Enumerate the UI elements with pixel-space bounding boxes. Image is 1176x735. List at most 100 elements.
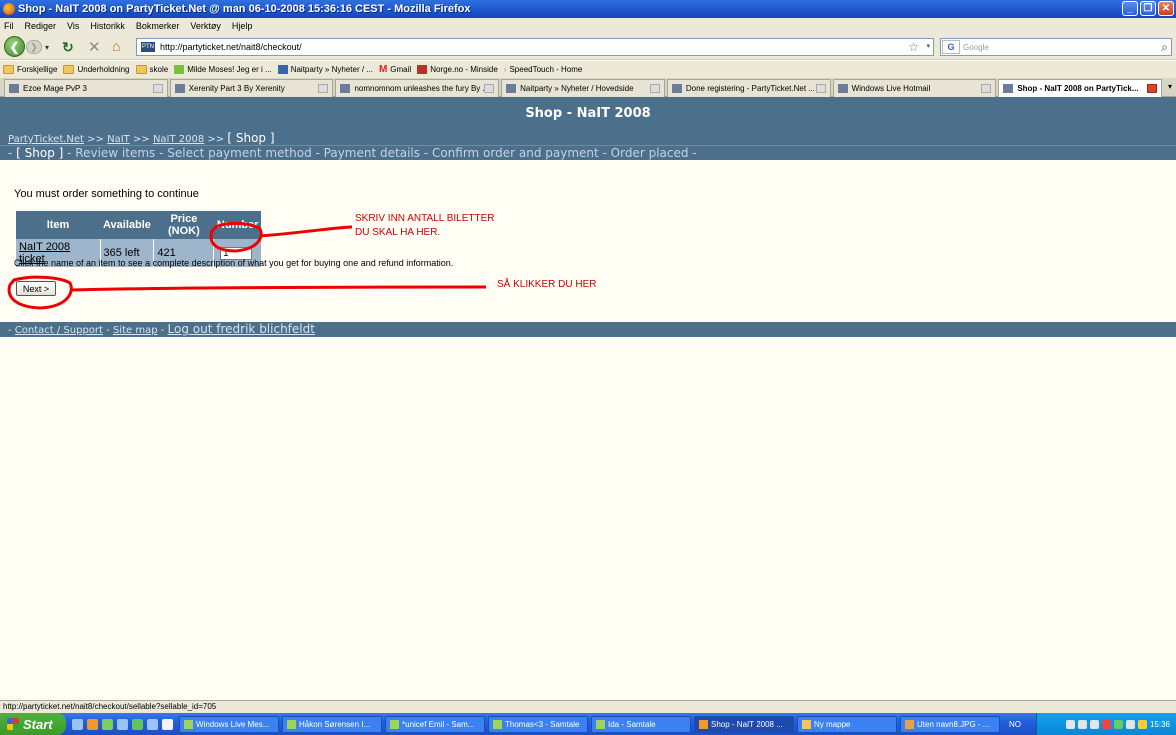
quicklaunch-icon[interactable] (147, 718, 158, 730)
bookmark-item[interactable]: Norge.no - Minside (417, 65, 498, 74)
history-dropdown-icon[interactable]: ▾ (45, 43, 49, 52)
site-favicon: PTN (141, 42, 155, 52)
bookmark-item[interactable]: M Gmail (379, 64, 411, 75)
url-text[interactable]: http://partyticket.net/nait8/checkout/ (160, 42, 302, 52)
crumb-partyticket-link[interactable]: PartyTicket.Net (8, 134, 84, 145)
tray-icon[interactable] (1125, 719, 1135, 729)
item-hint: Click the name of an item to see a compl… (14, 258, 454, 268)
bookmark-item[interactable]: Naitparty » Nyheter / ... (277, 65, 373, 74)
tray-icon[interactable] (1065, 719, 1075, 729)
url-dropdown-icon[interactable]: ▾ (926, 42, 930, 50)
search-box[interactable]: G Google ⌕ (940, 38, 1172, 56)
google-engine-icon[interactable]: G (942, 40, 960, 54)
menu-history[interactable]: Historikk (90, 21, 125, 31)
tab-close-icon[interactable] (649, 84, 660, 93)
search-icon[interactable]: ⌕ (1161, 40, 1168, 55)
tray-icon[interactable] (1077, 719, 1087, 729)
app-icon (493, 719, 502, 729)
col-number: Number (213, 211, 262, 239)
address-bar[interactable]: PTN http://partyticket.net/nait8/checkou… (136, 38, 934, 56)
taskbar-item[interactable]: Ida - Samtale (591, 715, 691, 733)
tray-icon[interactable] (1137, 719, 1147, 729)
quicklaunch-icon[interactable] (72, 718, 83, 730)
taskbar-item[interactable]: Windows Live Mes... (179, 715, 279, 733)
quicklaunch-icon[interactable] (87, 718, 98, 730)
taskbar-item-active[interactable]: Shop - NaIT 2008 ... (694, 715, 794, 733)
navigation-toolbar: ❮ ❯ ▾ ↻ ✕ ⌂ PTN http://partyticket.net/n… (0, 33, 1176, 60)
windows-taskbar: Start Windows Live Mes... Håkon Sørensen… (0, 713, 1176, 735)
tab-close-icon[interactable] (318, 84, 329, 93)
tab[interactable]: Naitparty » Nyheter / Hovedside (501, 79, 665, 97)
bookmark-folder[interactable]: skole (135, 65, 168, 74)
step-current: [ Shop ] (16, 146, 64, 160)
close-button[interactable]: ✕ (1158, 1, 1174, 16)
back-button[interactable]: ❮ (4, 36, 25, 57)
menu-help[interactable]: Hjelp (232, 21, 253, 31)
bookmark-item[interactable]: Milde Moses! Jeg er i ... (174, 65, 272, 74)
taskbar-item[interactable]: Håkon Sørensen I... (282, 715, 382, 733)
tab-close-icon[interactable] (152, 84, 163, 93)
home-icon[interactable]: ⌂ (112, 38, 120, 54)
tray-icon[interactable] (1089, 719, 1099, 729)
quicklaunch-icon[interactable] (117, 718, 128, 730)
menu-file[interactable]: Fil (4, 21, 14, 31)
folder-icon (3, 65, 14, 74)
reload-icon[interactable]: ↻ (62, 39, 74, 56)
quicklaunch-icon[interactable] (132, 718, 143, 730)
tab-close-icon[interactable] (1147, 84, 1158, 93)
page-content: Shop - NaIT 2008 PartyTicket.Net >> NaIT… (0, 97, 1176, 700)
app-icon (287, 719, 296, 729)
tab[interactable]: nomnomnom unleashes the fury By ... (335, 79, 500, 97)
contact-support-link[interactable]: Contact / Support (15, 325, 103, 336)
crumb-separator: >> (87, 134, 104, 145)
quicklaunch-icon[interactable] (102, 718, 113, 730)
tab-close-icon[interactable] (484, 84, 495, 93)
annotation-click-here: SÅ KLIKKER DU HER (497, 279, 597, 290)
search-placeholder[interactable]: Google (963, 43, 989, 52)
menu-edit[interactable]: Rediger (25, 21, 57, 31)
bookmark-item[interactable]: › SpeedTouch - Home (504, 65, 583, 74)
tab[interactable]: Done registering - PartyTicket.Net ... (666, 79, 831, 97)
taskbar-item[interactable]: *unicef Emil - Sam... (385, 715, 485, 733)
taskbar-item[interactable]: Uten navn8.JPG - ... (900, 715, 1000, 733)
tab[interactable]: Ezoe Mage PvP 3 (4, 79, 168, 97)
menu-view[interactable]: Vis (67, 21, 79, 31)
window-title: Shop - NaIT 2008 on PartyTicket.Net @ ma… (18, 3, 471, 15)
tab-close-icon[interactable] (815, 84, 826, 93)
tray-icon[interactable] (1101, 719, 1111, 729)
next-button[interactable]: Next > (16, 281, 56, 296)
forward-button[interactable]: ❯ (26, 40, 42, 54)
annotation-enter-tickets: SKRIV INN ANTALL BILETTER DU SKAL HA HER… (355, 213, 495, 238)
minimize-button[interactable]: _ (1122, 1, 1138, 16)
start-button[interactable]: Start (0, 713, 66, 735)
tab-strip: Ezoe Mage PvP 3 Xerenity Part 3 By Xeren… (0, 78, 1176, 97)
tab-close-icon[interactable] (981, 84, 992, 93)
stop-icon[interactable]: ✕ (88, 38, 101, 56)
crumb-nait-link[interactable]: NaIT (107, 134, 130, 145)
menu-tools[interactable]: Verktøy (190, 21, 221, 31)
language-indicator[interactable]: NO (1009, 720, 1021, 729)
quicklaunch-icon[interactable] (162, 718, 173, 730)
app-icon (184, 719, 193, 729)
bookmark-star-icon[interactable]: ☆ (908, 40, 919, 54)
tab[interactable]: Windows Live Hotmail (832, 79, 997, 97)
bookmark-folder[interactable]: Forskjellige (3, 65, 57, 74)
taskbar-item[interactable]: Ny mappe (797, 715, 897, 733)
order-message: You must order something to continue (14, 188, 199, 200)
page-title: Shop - NaIT 2008 (0, 97, 1176, 131)
tray-icon[interactable] (1113, 719, 1123, 729)
firefox-icon (699, 719, 708, 729)
quick-launch (66, 718, 179, 730)
taskbar-item[interactable]: Thomas<3 - Samtale (488, 715, 588, 733)
tab-list-icon[interactable]: ▾ (1164, 78, 1176, 96)
gmail-icon: M (378, 64, 388, 75)
tab-favicon (671, 84, 682, 93)
logout-link[interactable]: Log out fredrik blichfeldt (168, 322, 315, 336)
site-map-link[interactable]: Site map (113, 325, 158, 336)
menu-bookmarks[interactable]: Bokmerker (136, 21, 180, 31)
maximize-button[interactable]: ❐ (1140, 1, 1156, 16)
bookmark-folder[interactable]: Underholdning (63, 65, 130, 74)
tab-active[interactable]: Shop - NaIT 2008 on PartyTick... (998, 79, 1163, 97)
tab[interactable]: Xerenity Part 3 By Xerenity (169, 79, 334, 97)
crumb-nait2008-link[interactable]: NaIT 2008 (153, 134, 204, 145)
